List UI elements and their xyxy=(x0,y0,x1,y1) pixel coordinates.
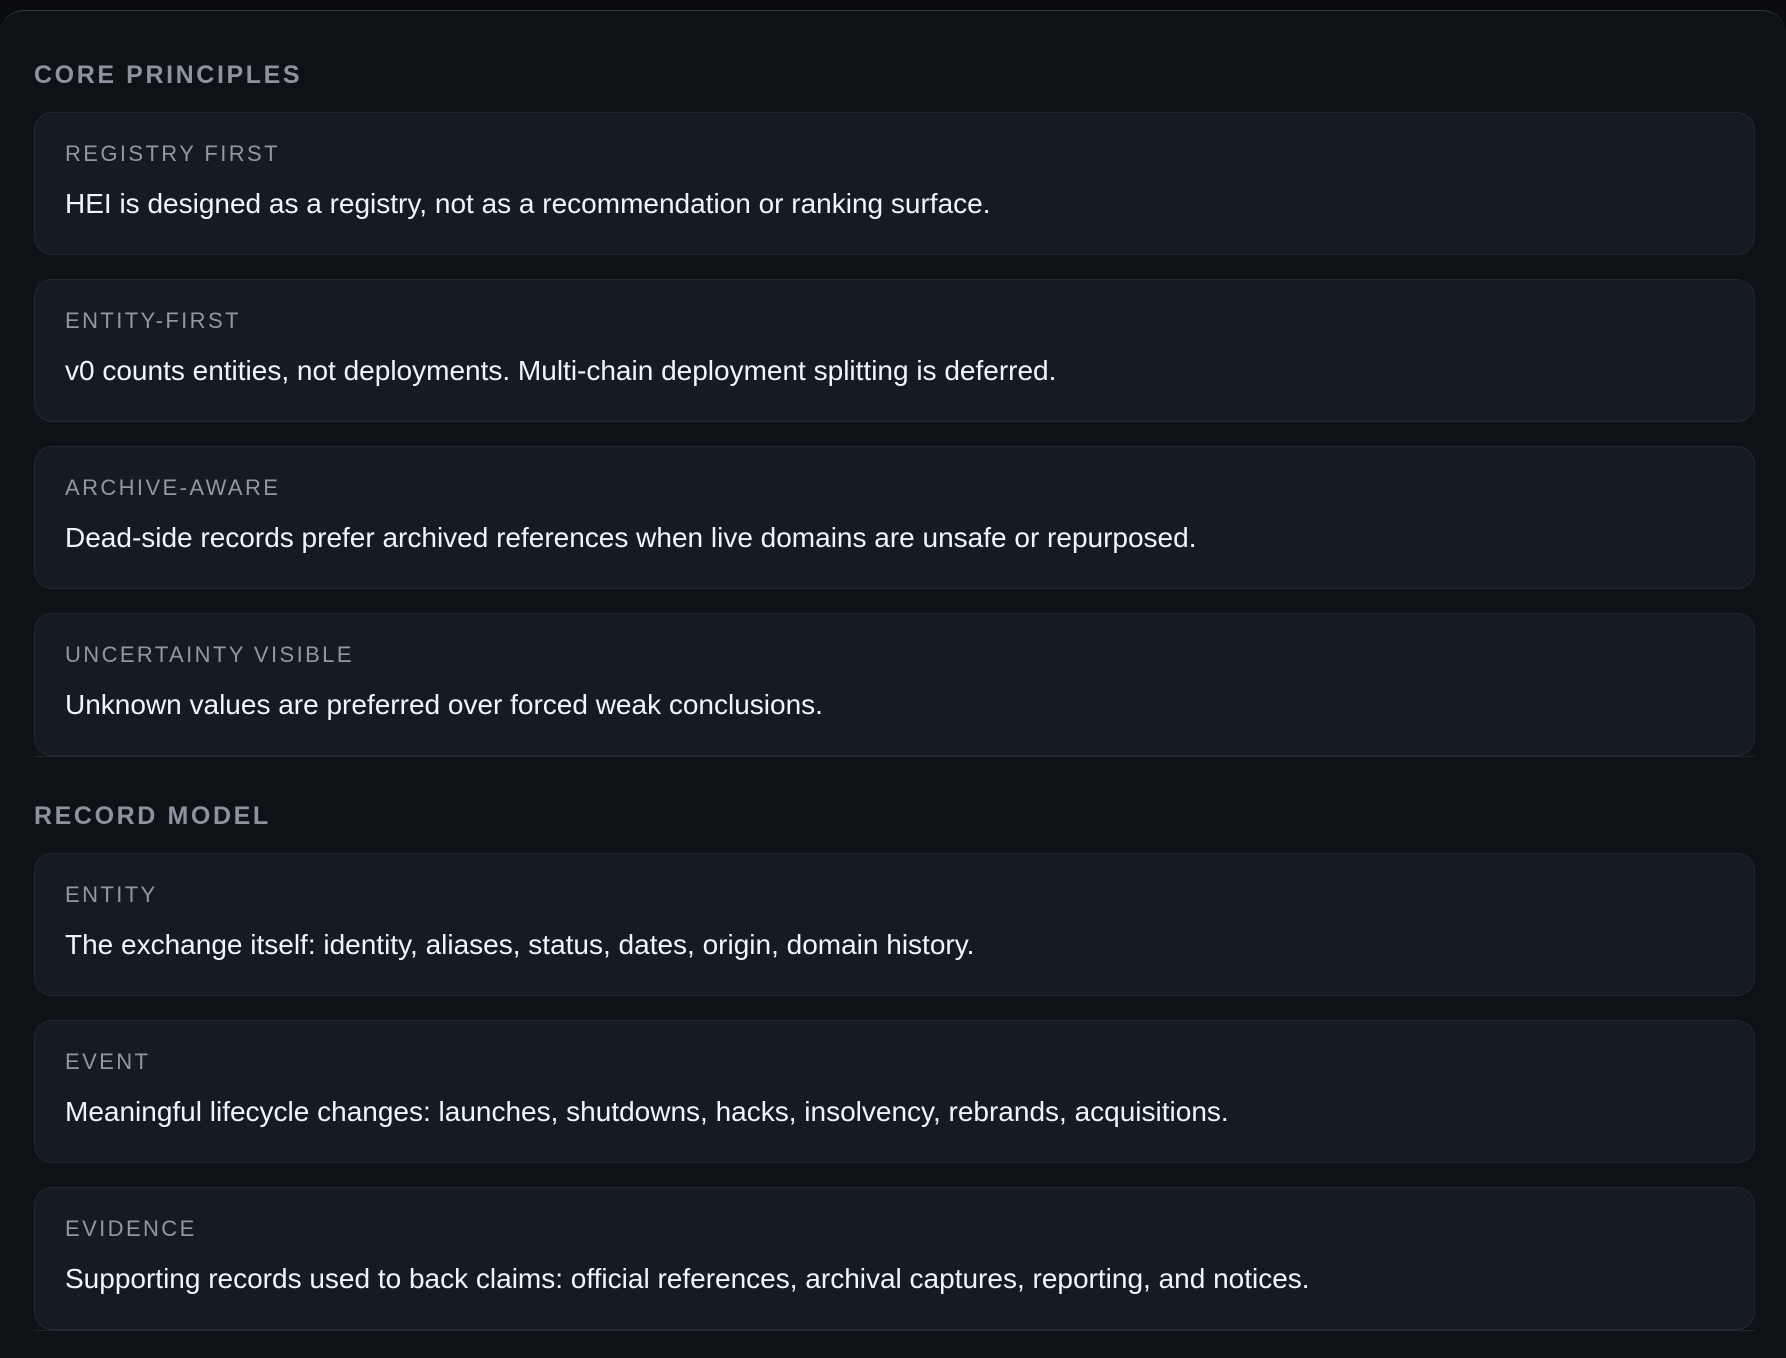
card-text: v0 counts entities, not deployments. Mul… xyxy=(65,355,1057,386)
card-text: HEI is designed as a registry, not as a … xyxy=(65,188,991,219)
model-card-entity: ENTITY The exchange itself: identity, al… xyxy=(34,853,1755,996)
card-list: REGISTRY FIRST HEI is designed as a regi… xyxy=(34,112,1755,756)
card-label: UNCERTAINTY VISIBLE xyxy=(65,642,354,667)
principle-card-archive-aware: ARCHIVE-AWARE Dead-side records prefer a… xyxy=(34,446,1755,589)
card-label: ENTITY xyxy=(65,882,158,907)
card-label: EVIDENCE xyxy=(65,1216,197,1241)
card-text: Dead-side records prefer archived refere… xyxy=(65,522,1197,553)
core-principles-section: CORE PRINCIPLES REGISTRY FIRST HEI is de… xyxy=(34,11,1755,757)
record-model-section: RECORD MODEL ENTITY The exchange itself:… xyxy=(34,757,1755,1331)
card-label: ARCHIVE-AWARE xyxy=(65,475,281,500)
principle-card-entity-first: ENTITY-FIRST v0 counts entities, not dep… xyxy=(34,279,1755,422)
card-list: ENTITY The exchange itself: identity, al… xyxy=(34,853,1755,1330)
card-label: REGISTRY FIRST xyxy=(65,141,280,166)
principle-card-uncertainty-visible: UNCERTAINTY VISIBLE Unknown values are p… xyxy=(34,613,1755,756)
content-panel: CORE PRINCIPLES REGISTRY FIRST HEI is de… xyxy=(0,10,1786,1358)
card-text: Meaningful lifecycle changes: launches, … xyxy=(65,1096,1229,1127)
model-card-event: EVENT Meaningful lifecycle changes: laun… xyxy=(34,1020,1755,1163)
card-text: The exchange itself: identity, aliases, … xyxy=(65,929,975,960)
section-title: RECORD MODEL xyxy=(34,802,271,830)
section-title: CORE PRINCIPLES xyxy=(34,61,303,89)
card-text: Supporting records used to back claims: … xyxy=(65,1263,1310,1294)
card-label: ENTITY-FIRST xyxy=(65,308,241,333)
principle-card-registry-first: REGISTRY FIRST HEI is designed as a regi… xyxy=(34,112,1755,255)
card-text: Unknown values are preferred over forced… xyxy=(65,689,823,720)
model-card-evidence: EVIDENCE Supporting records used to back… xyxy=(34,1187,1755,1330)
card-label: EVENT xyxy=(65,1049,151,1074)
